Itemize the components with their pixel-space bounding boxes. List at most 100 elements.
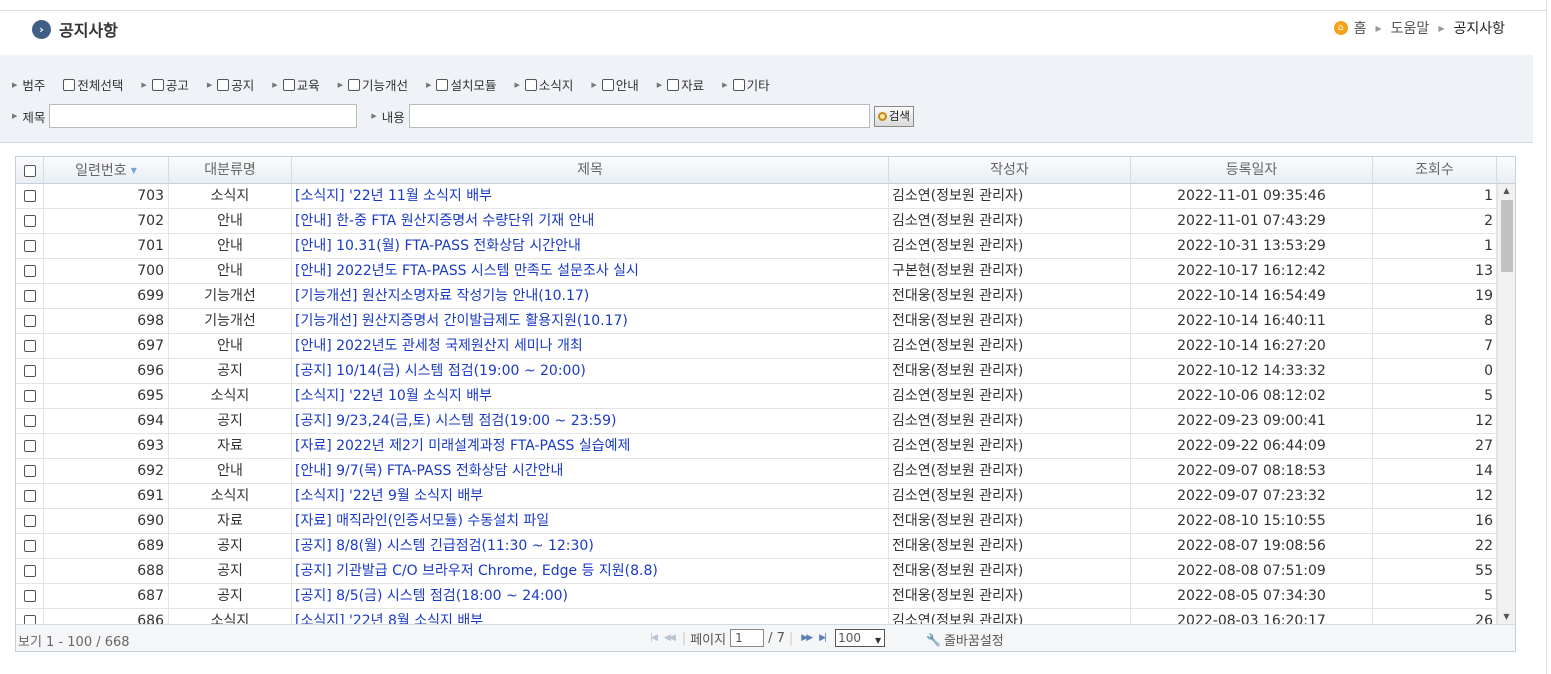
category-checkbox[interactable]	[732, 78, 745, 91]
row-checkbox[interactable]	[24, 315, 36, 327]
header-views[interactable]: 조회수	[1373, 157, 1497, 184]
scroll-down-icon[interactable]: ▼	[1498, 610, 1515, 624]
table-row[interactable]: 698 기능개선 [기능개선] 원산지증명서 간이발급제도 활용지원(10.17) 전…	[16, 309, 1497, 334]
row-title[interactable]: [기능개선] 원산지소명자료 작성기능 안내(10.17)	[292, 284, 889, 309]
category-option[interactable]: ▶ 자료	[657, 75, 704, 94]
row-checkbox[interactable]	[24, 390, 36, 402]
select-all-checkbox[interactable]	[24, 165, 36, 177]
row-title[interactable]: [공지] 기관발급 C/O 브라우저 Chrome, Edge 등 지원(8.8…	[292, 559, 889, 584]
category-option[interactable]: ▶ 기타	[722, 75, 769, 94]
row-title[interactable]: [안내] 9/7(목) FTA-PASS 전화상담 시간안내	[292, 459, 889, 484]
next-page-icon[interactable]: ▶▶	[801, 633, 813, 643]
row-title[interactable]: [기능개선] 원산지증명서 간이발급제도 활용지원(10.17)	[292, 309, 889, 334]
table-row[interactable]: 692 안내 [안내] 9/7(목) FTA-PASS 전화상담 시간안내 김소연(정…	[16, 459, 1497, 484]
table-row[interactable]: 693 자료 [자료] 2022년 제2기 미래설계과정 FTA-PASS 실습예제…	[16, 434, 1497, 459]
row-checkbox[interactable]	[24, 565, 36, 577]
title-input[interactable]	[49, 104, 358, 128]
row-checkbox[interactable]	[24, 490, 36, 502]
row-checkbox[interactable]	[24, 465, 36, 477]
breadcrumb-parent[interactable]: 도움말	[1391, 18, 1430, 38]
category-checkbox[interactable]	[151, 78, 164, 91]
row-title[interactable]: [자료] 2022년 제2기 미래설계과정 FTA-PASS 실습예제	[292, 434, 889, 459]
row-checkbox[interactable]	[24, 590, 36, 602]
row-checkbox[interactable]	[24, 440, 36, 452]
row-checkbox[interactable]	[24, 415, 36, 427]
table-row[interactable]: 700 안내 [안내] 2022년도 FTA-PASS 시스템 만족도 설문조사 실…	[16, 259, 1497, 284]
category-option[interactable]: ▶ 공고	[141, 75, 188, 94]
table-row[interactable]: 703 소식지 [소식지] '22년 11월 소식지 배부 김소연(정보원 관리자) 2…	[16, 184, 1497, 209]
row-title[interactable]: [공지] 8/8(월) 시스템 긴급점검(11:30 ~ 12:30)	[292, 534, 889, 559]
header-category[interactable]: 대분류명	[169, 157, 292, 184]
category-option[interactable]: 전체선택	[63, 75, 123, 94]
category-checkbox[interactable]	[282, 78, 295, 91]
row-title[interactable]: [소식지] '22년 8월 소식지 배부	[292, 609, 889, 624]
category-checkbox[interactable]	[63, 78, 76, 91]
row-checkbox[interactable]	[24, 515, 36, 527]
row-title[interactable]: [공지] 10/14(금) 시스템 점검(19:00 ~ 20:00)	[292, 359, 889, 384]
row-checkbox[interactable]	[24, 190, 36, 202]
category-checkbox[interactable]	[348, 78, 361, 91]
row-checkbox[interactable]	[24, 540, 36, 552]
scrollbar-thumb[interactable]	[1501, 200, 1513, 272]
row-checkbox[interactable]	[24, 615, 36, 624]
category-option[interactable]: ▶ 기능개선	[338, 75, 408, 94]
row-checkbox[interactable]	[24, 290, 36, 302]
row-select-cell	[16, 434, 44, 459]
table-row[interactable]: 699 기능개선 [기능개선] 원산지소명자료 작성기능 안내(10.17) 전대웅(…	[16, 284, 1497, 309]
row-checkbox[interactable]	[24, 340, 36, 352]
row-views: 2	[1373, 209, 1497, 234]
row-title[interactable]: [소식지] '22년 10월 소식지 배부	[292, 384, 889, 409]
row-title[interactable]: [안내] 2022년도 관세청 국제원산지 세미나 개최	[292, 334, 889, 359]
row-title[interactable]: [자료] 매직라인(인증서모듈) 수동설치 파일	[292, 509, 889, 534]
page-size-select[interactable]: 100	[835, 629, 886, 649]
first-page-icon[interactable]: |◀	[650, 633, 658, 643]
table-row[interactable]: 690 자료 [자료] 매직라인(인증서모듈) 수동설치 파일 전대웅(정보원 관리자…	[16, 509, 1497, 534]
breadcrumb-home[interactable]: 홈	[1354, 18, 1367, 38]
table-row[interactable]: 694 공지 [공지] 9/23,24(금,토) 시스템 점검(19:00 ~ 23…	[16, 409, 1497, 434]
category-option[interactable]: ▶ 교육	[272, 75, 319, 94]
table-row[interactable]: 702 안내 [안내] 한-중 FTA 원산지증명서 수량단위 기재 안내 김소연(정…	[16, 209, 1497, 234]
header-number[interactable]: 일련번호 ▼	[44, 157, 169, 184]
header-author[interactable]: 작성자	[889, 157, 1131, 184]
home-icon[interactable]: ⌂	[1333, 21, 1348, 35]
category-option[interactable]: ▶ 설치모듈	[426, 75, 496, 94]
category-checkbox[interactable]	[667, 78, 680, 91]
table-row[interactable]: 695 소식지 [소식지] '22년 10월 소식지 배부 김소연(정보원 관리자) 2…	[16, 384, 1497, 409]
last-page-icon[interactable]: ▶|	[819, 633, 827, 643]
category-checkbox[interactable]	[436, 78, 449, 91]
row-title[interactable]: [안내] 한-중 FTA 원산지증명서 수량단위 기재 안내	[292, 209, 889, 234]
category-checkbox[interactable]	[601, 78, 614, 91]
table-row[interactable]: 688 공지 [공지] 기관발급 C/O 브라우저 Chrome, Edge 등 지…	[16, 559, 1497, 584]
prev-page-icon[interactable]: ◀◀	[664, 633, 676, 643]
row-title[interactable]: [공지] 9/23,24(금,토) 시스템 점검(19:00 ~ 23:59)	[292, 409, 889, 434]
content-input[interactable]	[408, 104, 870, 128]
table-row[interactable]: 689 공지 [공지] 8/8(월) 시스템 긴급점검(11:30 ~ 12:30)…	[16, 534, 1497, 559]
row-title[interactable]: [소식지] '22년 11월 소식지 배부	[292, 184, 889, 209]
row-checkbox[interactable]	[24, 240, 36, 252]
row-title[interactable]: [안내] 10.31(월) FTA-PASS 전화상담 시간안내	[292, 234, 889, 259]
row-checkbox[interactable]	[24, 215, 36, 227]
header-title[interactable]: 제목	[292, 157, 889, 184]
row-checkbox[interactable]	[24, 265, 36, 277]
category-checkbox[interactable]	[217, 78, 230, 91]
search-button[interactable]: 검색	[873, 105, 914, 127]
page-number-input[interactable]: 1	[730, 629, 765, 647]
row-title[interactable]: [안내] 2022년도 FTA-PASS 시스템 만족도 설문조사 실시	[292, 259, 889, 284]
category-option[interactable]: ▶ 안내	[591, 75, 638, 94]
table-row[interactable]: 696 공지 [공지] 10/14(금) 시스템 점검(19:00 ~ 20:00)…	[16, 359, 1497, 384]
category-checkbox[interactable]	[524, 78, 537, 91]
table-row[interactable]: 697 안내 [안내] 2022년도 관세청 국제원산지 세미나 개최 김소연(정보원…	[16, 334, 1497, 359]
wrap-setting-button[interactable]: 🔧 줄바꿈설정	[926, 630, 1004, 650]
category-option[interactable]: ▶ 공지	[207, 75, 254, 94]
header-date[interactable]: 등록일자	[1131, 157, 1373, 184]
table-row[interactable]: 691 소식지 [소식지] '22년 9월 소식지 배부 김소연(정보원 관리자) 20…	[16, 484, 1497, 509]
row-title[interactable]: [공지] 8/5(금) 시스템 점검(18:00 ~ 24:00)	[292, 584, 889, 609]
category-option[interactable]: ▶ 소식지	[514, 75, 573, 94]
grid-scrollbar[interactable]: ▲ ▼	[1497, 184, 1515, 624]
scroll-up-icon[interactable]: ▲	[1498, 184, 1515, 198]
row-title[interactable]: [소식지] '22년 9월 소식지 배부	[292, 484, 889, 509]
row-checkbox[interactable]	[24, 365, 36, 377]
table-row[interactable]: 701 안내 [안내] 10.31(월) FTA-PASS 전화상담 시간안내 김소연…	[16, 234, 1497, 259]
table-row[interactable]: 687 공지 [공지] 8/5(금) 시스템 점검(18:00 ~ 24:00) 전대…	[16, 584, 1497, 609]
table-row[interactable]: 686 소식지 [소식지] '22년 8월 소식지 배부 김소연(정보원 관리자) 20…	[16, 609, 1497, 624]
